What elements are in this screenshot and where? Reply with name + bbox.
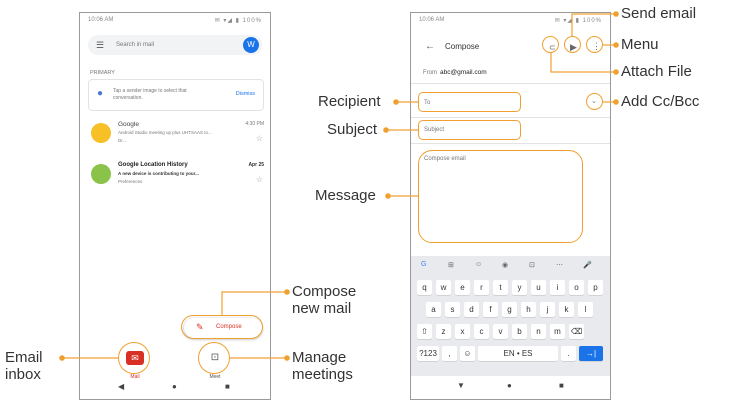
callout-subject: Subject <box>327 121 378 138</box>
callout-compose-new-mail: Compose new mail <box>292 283 357 317</box>
callout-attach-file: Attach File <box>621 63 692 80</box>
callout-email-inbox: Email inbox <box>5 349 43 383</box>
callout-recipient: Recipient <box>318 93 381 110</box>
callout-message: Message <box>315 187 376 204</box>
callout-menu: Menu <box>621 36 659 53</box>
callout-manage-meetings: Manage meetings <box>292 349 353 383</box>
callout-add-cc-bcc: Add Cc/Bcc <box>621 93 700 110</box>
callout-send-email: Send email <box>621 5 697 22</box>
